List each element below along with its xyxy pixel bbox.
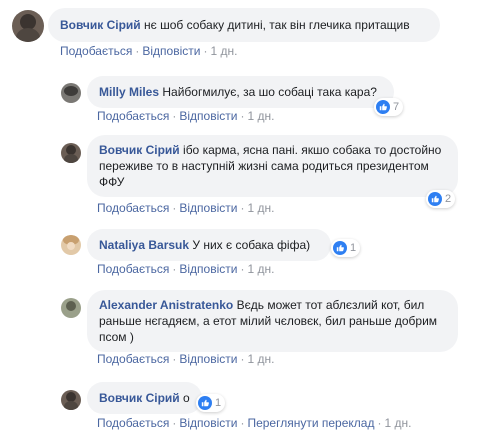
comment-author[interactable]: Alexander Anistratenko [99, 298, 233, 312]
reactions-count: 2 [445, 193, 452, 205]
like-icon [376, 100, 390, 114]
reply-button[interactable]: Відповісти [179, 109, 237, 123]
avatar[interactable] [12, 10, 44, 42]
comment-text: о [179, 391, 190, 405]
avatar[interactable] [61, 390, 81, 410]
comment-time[interactable]: 1 дн. [247, 262, 274, 276]
reply: Вовчик Сірий ібо карма, ясна пані. якшо … [0, 133, 494, 218]
reply-button[interactable]: Відповісти [142, 44, 200, 58]
avatar[interactable] [61, 235, 81, 255]
avatar[interactable] [61, 298, 81, 318]
comment: Вовчик Сірий нє шоб собаку дитині, так в… [0, 0, 494, 60]
reactions-badge[interactable]: 2 [426, 190, 456, 208]
comment-actions: Подобається · Відповісти · Переглянути перек… [97, 416, 412, 430]
comment-actions: Подобається · Відповісти · 1 дн. [97, 262, 275, 276]
reactions-badge[interactable]: 1 [196, 394, 226, 412]
comment-author[interactable]: Вовчик Сірий [60, 18, 141, 32]
comment-bubble: Вовчик Сірий о [87, 382, 202, 414]
like-icon [333, 241, 347, 255]
comment-author[interactable]: Milly Miles [99, 85, 159, 99]
comment-bubble: Nataliya Barsuk У них є собака фіфа) [87, 229, 331, 261]
reply: Nataliya Barsuk У них є собака фіфа) 1 П… [0, 225, 494, 280]
reply-button[interactable]: Відповісти [179, 416, 237, 430]
comment-bubble: Вовчик Сірий ібо карма, ясна пані. якшо … [87, 135, 458, 197]
like-icon [198, 396, 212, 410]
comment-actions: Подобається · Відповісти · 1 дн. [97, 109, 275, 123]
comment-bubble: Alexander Anistratenko Вєдь может тот аб… [87, 290, 458, 352]
like-button[interactable]: Подобається [97, 201, 169, 215]
like-button[interactable]: Подобається [97, 262, 169, 276]
avatar[interactable] [61, 83, 81, 103]
reactions-badge[interactable]: 1 [331, 239, 361, 257]
like-button[interactable]: Подобається [97, 416, 169, 430]
avatar[interactable] [61, 143, 81, 163]
comment-text: У них є собака фіфа) [189, 238, 311, 252]
comment-author[interactable]: Вовчик Сірий [99, 391, 180, 405]
reply-button[interactable]: Відповісти [179, 352, 237, 366]
comment-actions: Подобається · Відповісти · 1 дн. [97, 352, 275, 366]
like-button[interactable]: Подобається [97, 109, 169, 123]
comment-bubble: Milly Miles Найбогмилує, за шо собаці та… [87, 76, 394, 108]
translate-button[interactable]: Переглянути переклад [247, 416, 374, 430]
comment-time[interactable]: 1 дн. [247, 109, 274, 123]
like-button[interactable]: Подобається [97, 352, 169, 366]
reply: Вовчик Сірий о 1 Подобається · Відповісти ·… [0, 378, 494, 438]
reactions-count: 1 [350, 242, 357, 254]
comment-time[interactable]: 1 дн. [384, 416, 411, 430]
comment-author[interactable]: Вовчик Сірий [99, 143, 180, 157]
comment-actions: Подобається · Відповісти · 1 дн. [60, 44, 238, 58]
reactions-badge[interactable]: 7 [374, 98, 404, 116]
reactions-count: 1 [215, 397, 222, 409]
like-button[interactable]: Подобається [60, 44, 132, 58]
reply: Milly Miles Найбогмилує, за шо собаці та… [0, 72, 494, 123]
comment-time[interactable]: 1 дн. [247, 352, 274, 366]
comment-bubble: Вовчик Сірий нє шоб собаку дитині, так в… [48, 8, 440, 42]
comment-actions: Подобається · Відповісти · 1 дн. [97, 201, 275, 215]
comment-author[interactable]: Nataliya Barsuk [99, 238, 189, 252]
like-icon [428, 192, 442, 206]
comment-time[interactable]: 1 дн. [247, 201, 274, 215]
reply-button[interactable]: Відповісти [179, 262, 237, 276]
comment-text: нє шоб собаку дитині, так він глечика пр… [140, 18, 410, 32]
reply: Alexander Anistratenko Вєдь может тот аб… [0, 288, 494, 368]
reply-button[interactable]: Відповісти [179, 201, 237, 215]
comment-text: Найбогмилує, за шо собаці така кара? [159, 85, 377, 99]
reactions-count: 7 [393, 101, 400, 113]
comment-time[interactable]: 1 дн. [210, 44, 237, 58]
